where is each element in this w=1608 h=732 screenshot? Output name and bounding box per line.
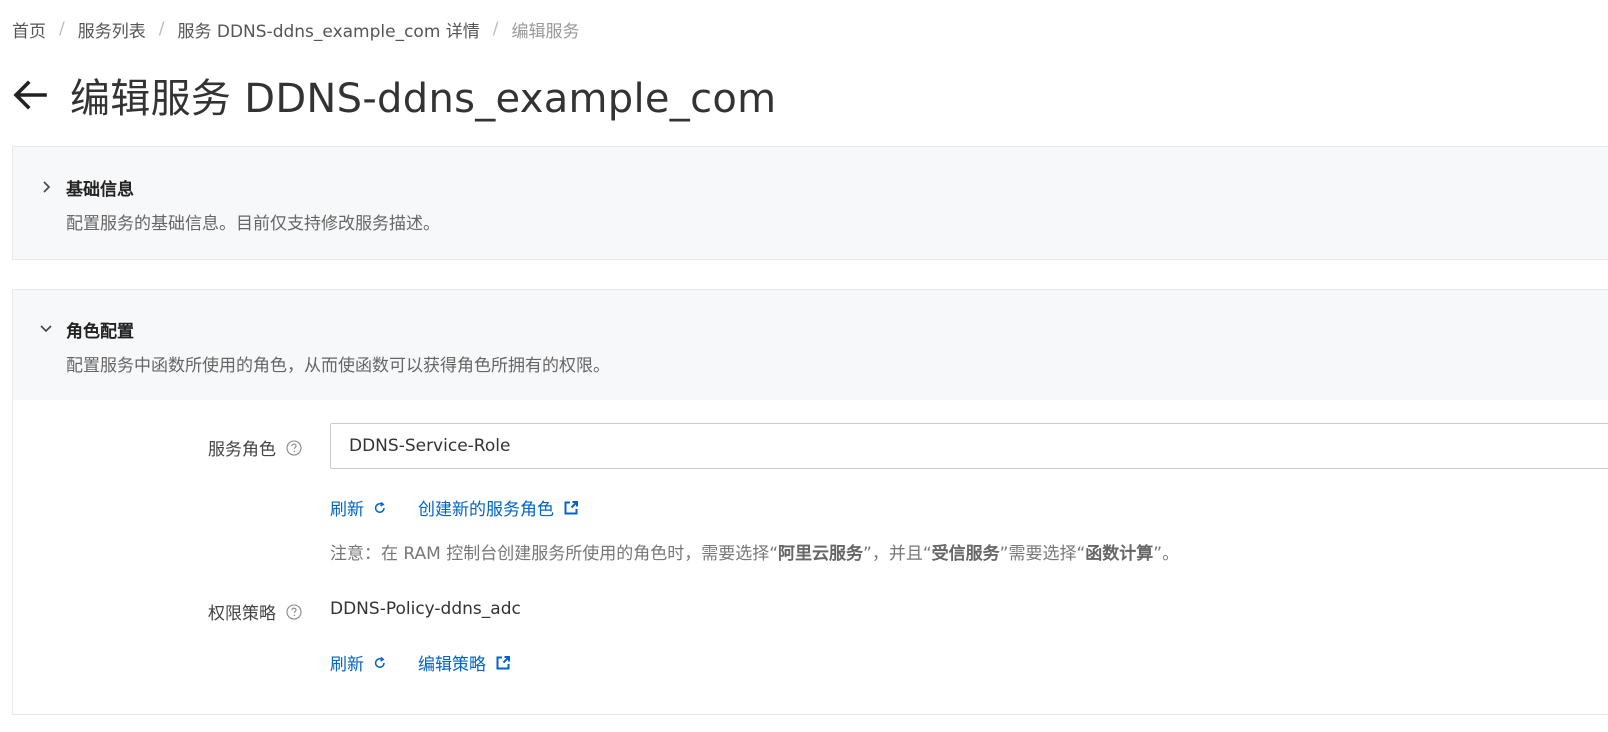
service-role-label: 服务角色: [208, 435, 302, 460]
basic-info-description: 配置服务的基础信息。目前仅支持修改服务描述。: [66, 214, 440, 234]
policy-value: DDNS-Policy-ddns_adc: [330, 599, 521, 619]
refresh-role-link[interactable]: 刷新: [330, 495, 387, 520]
create-role-link[interactable]: 创建新的服务角色: [418, 495, 579, 520]
help-icon[interactable]: [286, 439, 302, 456]
note-text: ”需要选择“: [999, 544, 1086, 564]
page-title: 编辑服务 DDNS-ddns_example_com: [70, 76, 777, 122]
policy-label-text: 权限策略: [208, 604, 276, 624]
refresh-icon: [373, 501, 387, 515]
note-term-aliyun-service: 阿里云服务: [778, 544, 864, 564]
chevron-right-icon: [39, 179, 53, 193]
role-config-title: 角色配置: [66, 322, 134, 342]
breadcrumb-service-list[interactable]: 服务列表: [78, 17, 146, 42]
role-note: 注意：在 RAM 控制台创建服务所使用的角色时，需要选择“阿里云服务”，并且“受…: [330, 539, 1179, 564]
note-text: 注意：在 RAM 控制台创建服务所使用的角色时，需要选择“: [330, 544, 779, 564]
basic-info-panel: 基础信息 配置服务的基础信息。目前仅支持修改服务描述。: [12, 146, 1608, 260]
service-role-value: DDNS-Service-Role: [349, 436, 511, 456]
arrow-left-icon[interactable]: [12, 77, 48, 113]
breadcrumb-current: 编辑服务: [511, 21, 580, 42]
breadcrumb-service-detail[interactable]: 服务 DDNS-ddns_example_com 详情: [177, 17, 479, 42]
service-role-label-text: 服务角色: [208, 440, 276, 460]
role-config-header[interactable]: 角色配置 配置服务中函数所使用的角色，从而使函数可以获得角色所拥有的权限。: [13, 290, 1608, 400]
service-role-select[interactable]: DDNS-Service-Role: [330, 423, 1608, 469]
chevron-down-icon: [39, 320, 53, 334]
help-icon[interactable]: [286, 603, 302, 620]
basic-info-header[interactable]: 基础信息 配置服务的基础信息。目前仅支持修改服务描述。: [13, 147, 1608, 259]
note-term-trusted-service: 受信服务: [931, 544, 1000, 564]
edit-policy-link[interactable]: 编辑策略: [418, 650, 511, 675]
external-link-icon: [495, 655, 511, 671]
breadcrumb: 首页 / 服务列表 / 服务 DDNS-ddns_example_com 详情 …: [12, 17, 580, 42]
note-term-function-compute: 函数计算: [1085, 544, 1154, 564]
role-config-panel: 角色配置 配置服务中函数所使用的角色，从而使函数可以获得角色所拥有的权限。 服务…: [12, 289, 1608, 715]
refresh-policy-label: 刷新: [330, 655, 364, 675]
note-text: ”。: [1153, 544, 1180, 564]
breadcrumb-separator: /: [492, 19, 499, 39]
note-text: ”，并且“: [863, 544, 932, 564]
breadcrumb-home[interactable]: 首页: [12, 17, 46, 42]
breadcrumb-separator: /: [158, 19, 165, 39]
breadcrumb-separator: /: [59, 19, 65, 39]
basic-info-title: 基础信息: [66, 180, 134, 200]
refresh-icon: [373, 656, 387, 670]
external-link-icon: [563, 500, 579, 516]
policy-label: 权限策略: [208, 599, 302, 624]
refresh-role-label: 刷新: [330, 500, 364, 520]
page-header: 编辑服务 DDNS-ddns_example_com: [12, 66, 776, 124]
role-config-description: 配置服务中函数所使用的角色，从而使函数可以获得角色所拥有的权限。: [66, 356, 610, 376]
create-role-label: 创建新的服务角色: [418, 500, 554, 520]
edit-policy-label: 编辑策略: [418, 655, 486, 675]
refresh-policy-link[interactable]: 刷新: [330, 650, 387, 675]
